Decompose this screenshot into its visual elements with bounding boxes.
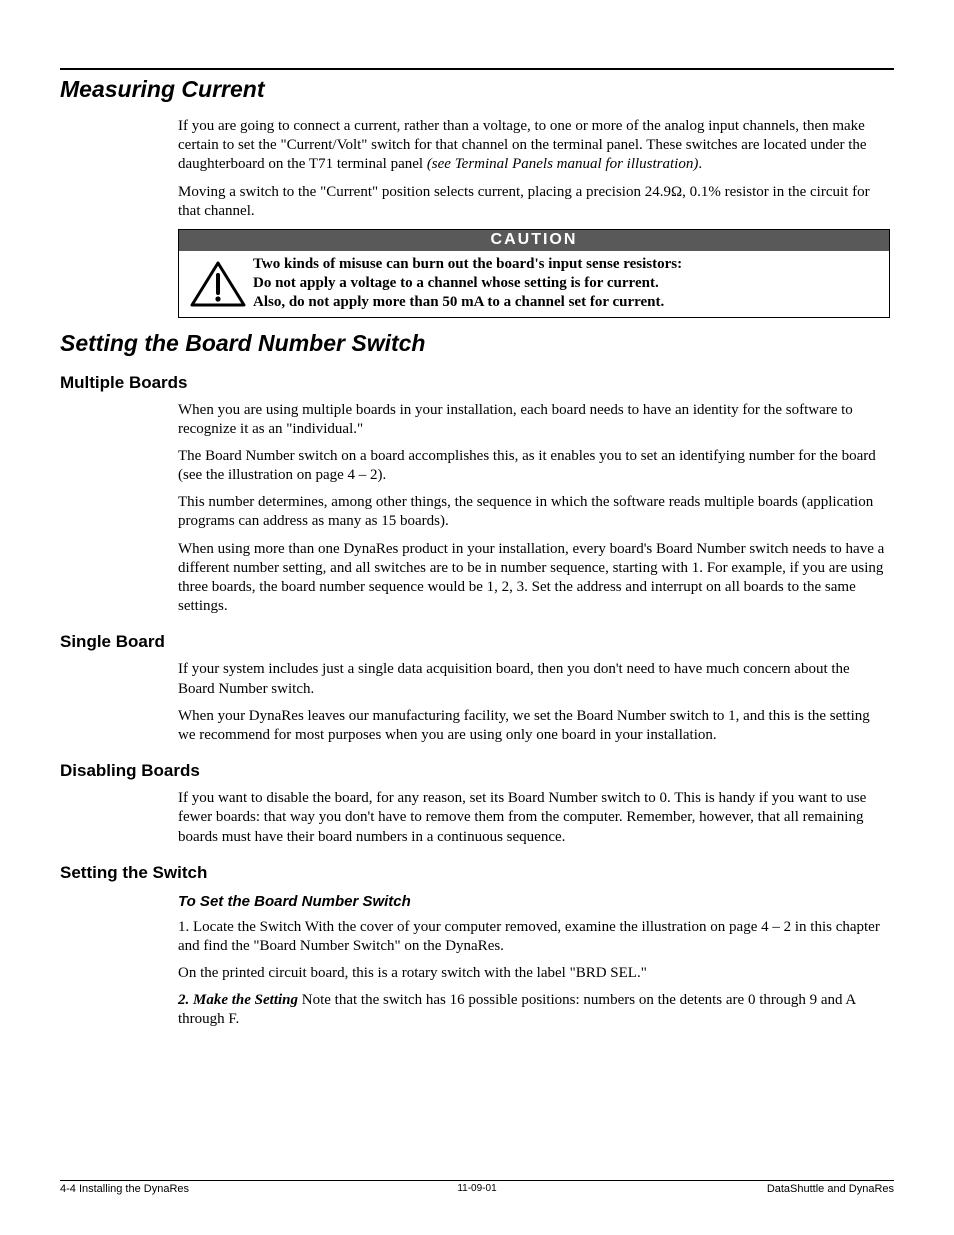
top-rule [60, 68, 894, 70]
paragraph: On the printed circuit board, this is a … [178, 964, 890, 983]
caution-body: Two kinds of misuse can burn out the boa… [179, 251, 889, 317]
text: . [698, 156, 702, 172]
caution-text: Two kinds of misuse can burn out the boa… [253, 255, 879, 313]
subheading-to-set-board-number-switch: To Set the Board Number Switch [178, 893, 890, 910]
paragraph: When you are using multiple boards in yo… [178, 401, 890, 439]
paragraph: If your system includes just a single da… [178, 660, 890, 698]
paragraph: This number determines, among other thin… [178, 493, 890, 531]
paragraph: If you are going to connect a current, r… [178, 117, 890, 175]
text-italic: (see Terminal Panels manual for illustra… [427, 156, 699, 172]
paragraph: If you want to disable the board, for an… [178, 789, 890, 847]
heading-disabling-boards: Disabling Boards [60, 761, 894, 781]
text: Two kinds of misuse can burn out the boa… [253, 256, 682, 272]
multiple-boards-body: When you are using multiple boards in yo… [178, 401, 890, 617]
paragraph: Moving a switch to the "Current" positio… [178, 183, 890, 221]
footer-right: DataShuttle and DynaRes [767, 1183, 894, 1195]
paragraph: 1. Locate the Switch With the cover of y… [178, 918, 890, 956]
text: Do not apply a voltage to a channel whos… [253, 275, 659, 291]
heading-setting-board-number-switch: Setting the Board Number Switch [60, 330, 894, 357]
footer-left: 4-4 Installing the DynaRes [60, 1183, 189, 1195]
heading-setting-the-switch: Setting the Switch [60, 863, 894, 883]
caution-box: CAUTION Two kinds of misuse can burn out… [178, 229, 890, 318]
heading-measuring-current: Measuring Current [60, 76, 894, 103]
measuring-current-body: If you are going to connect a current, r… [178, 117, 890, 318]
setting-switch-body: To Set the Board Number Switch 1. Locate… [178, 893, 890, 1030]
warning-icon [183, 260, 253, 308]
paragraph: When using more than one DynaRes product… [178, 540, 890, 617]
heading-multiple-boards: Multiple Boards [60, 373, 894, 393]
paragraph: 2. Make the Setting Note that the switch… [178, 991, 890, 1029]
caution-header: CAUTION [179, 230, 889, 251]
paragraph: When your DynaRes leaves our manufacturi… [178, 707, 890, 745]
page: Measuring Current If you are going to co… [0, 0, 954, 1235]
page-footer: 4-4 Installing the DynaRes 11-09-01 Data… [60, 1180, 894, 1195]
single-board-body: If your system includes just a single da… [178, 660, 890, 745]
text: Also, do not apply more than 50 mA to a … [253, 294, 664, 310]
step-lead: 2. Make the Setting [178, 992, 298, 1008]
disabling-boards-body: If you want to disable the board, for an… [178, 789, 890, 847]
paragraph: The Board Number switch on a board accom… [178, 447, 890, 485]
heading-single-board: Single Board [60, 632, 894, 652]
